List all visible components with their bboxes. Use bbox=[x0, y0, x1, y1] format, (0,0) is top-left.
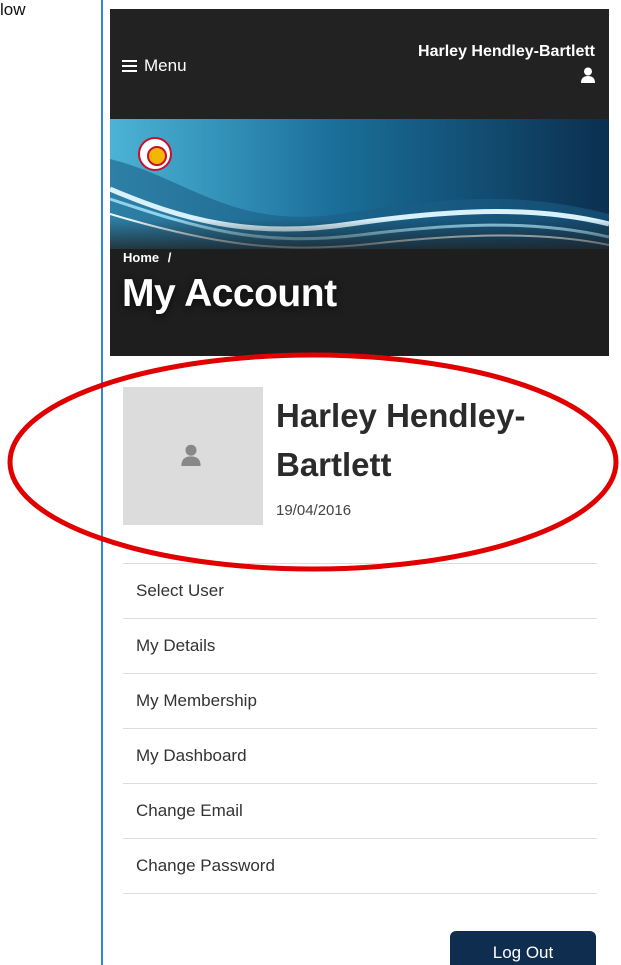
document-text-fragment: low bbox=[0, 0, 26, 19]
menu-item-select-user[interactable]: Select User bbox=[123, 564, 597, 619]
menu-label: Menu bbox=[144, 56, 187, 75]
menu-item-change-email[interactable]: Change Email bbox=[123, 784, 597, 839]
logout-button[interactable]: Log Out bbox=[450, 931, 596, 965]
profile-date: 19/04/2016 bbox=[276, 502, 352, 519]
avatar bbox=[123, 387, 263, 525]
breadcrumb: Home / bbox=[123, 250, 171, 265]
mobile-viewport: Menu Harley Hendley-Bartlett Home / My A… bbox=[110, 9, 609, 965]
page-banner: Home / My Account bbox=[110, 119, 609, 356]
menu-item-change-password[interactable]: Change Password bbox=[123, 839, 597, 894]
top-navigation-bar: Menu Harley Hendley-Bartlett bbox=[110, 9, 609, 119]
document-frame-line bbox=[101, 0, 103, 965]
breadcrumb-home-link[interactable]: Home bbox=[123, 250, 159, 265]
breadcrumb-separator: / bbox=[167, 250, 172, 265]
menu-button[interactable]: Menu bbox=[122, 56, 187, 76]
profile-name-line1: Harley Hendley- bbox=[276, 397, 526, 434]
hamburger-icon bbox=[122, 60, 137, 72]
menu-item-my-membership[interactable]: My Membership bbox=[123, 674, 597, 729]
user-account-link[interactable]: Harley Hendley-Bartlett bbox=[418, 43, 595, 83]
page-title: My Account bbox=[122, 272, 337, 315]
menu-item-my-details[interactable]: My Details bbox=[123, 619, 597, 674]
banner-wave-graphic bbox=[110, 119, 609, 259]
council-logo-icon bbox=[138, 137, 172, 171]
user-name: Harley Hendley-Bartlett bbox=[418, 43, 595, 60]
menu-item-my-dashboard[interactable]: My Dashboard bbox=[123, 729, 597, 784]
user-icon bbox=[181, 444, 201, 466]
account-menu: Select User My Details My Membership My … bbox=[123, 563, 597, 894]
profile-name-line2: Bartlett bbox=[276, 446, 392, 483]
user-icon bbox=[581, 67, 595, 83]
profile-name: Harley Hendley- Bartlett bbox=[276, 391, 596, 489]
